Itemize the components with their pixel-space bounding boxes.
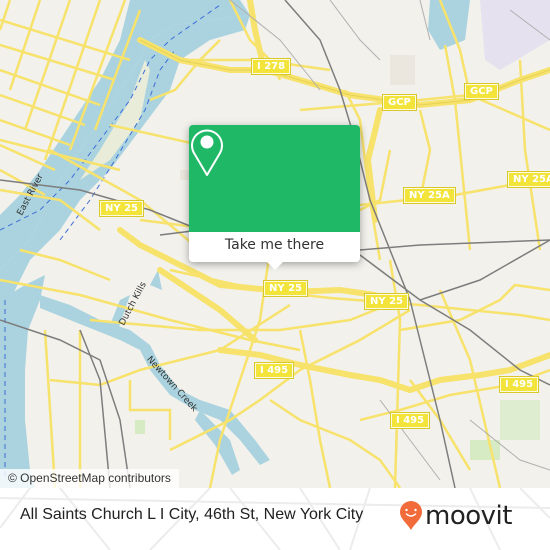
road-shield-i278: I 278 [250,58,292,75]
map-view[interactable]: I 278 GCP GCP NY 25A NY 25A NY 25 NY 25 … [0,0,550,488]
road-shield-gcp: GCP [464,83,499,100]
map-pin-icon [191,129,223,176]
map-attribution[interactable]: © OpenStreetMap contributors [0,469,179,488]
river-south-water [0,275,45,488]
road-shield-ny25: NY 25 [262,280,309,297]
popup-header[interactable] [189,125,360,232]
road-shield-gcp: GCP [382,94,417,111]
road-shield-i495: I 495 [253,362,295,379]
moovit-logo[interactable]: moovit [399,501,512,531]
road-shield-ny25: NY 25 [98,200,145,217]
location-popup: Take me there [189,125,360,270]
footer-bar: All Saints Church L I City, 46th St, New… [0,488,550,550]
road-shield-i495: I 495 [389,412,431,429]
road-shield-ny25a: NY 25A [403,187,456,204]
take-me-there-button[interactable]: Take me there [189,232,360,262]
popup-pointer [267,262,283,270]
road-shield-i495: I 495 [498,376,540,393]
road-shield-ny25a: NY 25A [507,171,550,188]
moovit-wordmark: moovit [425,501,512,531]
moovit-pin-smiley-icon [400,501,422,530]
road-shield-ny25: NY 25 [363,293,410,310]
location-title: All Saints Church L I City, 46th St, New… [20,506,364,523]
